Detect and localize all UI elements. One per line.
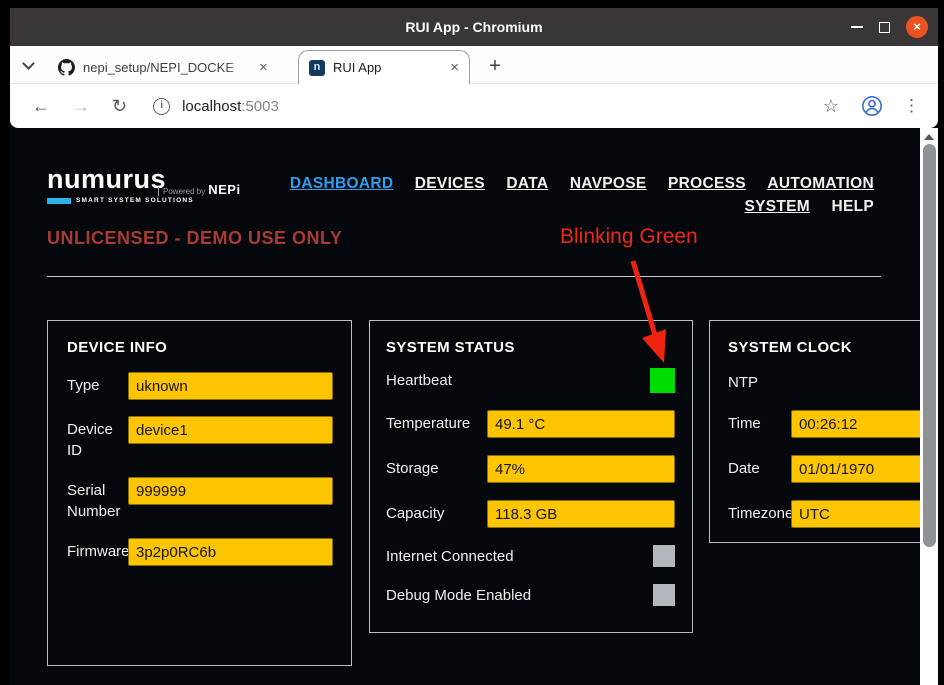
field-temperature: Temperature [386,410,675,438]
internet-connected-indicator [653,545,675,567]
field-device-id: Device ID [67,416,333,461]
debug-mode-label: Debug Mode Enabled [386,585,531,606]
forward-icon[interactable]: → [72,96,90,117]
system-clock-panel: SYSTEM CLOCK NTP Time Date Timezone [709,320,938,543]
date-input[interactable] [791,455,938,483]
nav-navpose[interactable]: NAVPOSE [570,175,647,192]
tab-rui-app-label: RUI App [333,60,442,75]
site-info-icon[interactable]: i [153,98,170,115]
page-content: numurus SMART SYSTEM SOLUTIONS Powered b… [10,128,938,685]
debug-mode-row: Debug Mode Enabled [386,584,675,606]
firmware-input[interactable] [128,538,333,566]
nepi-brand: NEPi [208,182,240,197]
nav-row-2: SYSTEM HELP [273,195,874,218]
minimize-icon[interactable] [851,26,863,28]
window-title: RUI App - Chromium [10,19,938,35]
type-input[interactable] [128,372,333,400]
new-tab-button[interactable]: + [482,54,508,80]
nepi-favicon: n [309,60,325,76]
field-storage: Storage [386,455,675,483]
serial-number-input[interactable] [128,477,333,505]
device-info-panel: DEVICE INFO Type Device ID Serial Number… [47,320,352,666]
internet-connected-label: Internet Connected [386,546,514,567]
window-controls: × [851,8,928,46]
menu-kebab-icon[interactable]: ⋮ [903,96,920,116]
debug-mode-indicator [653,584,675,606]
scrollbar-thumb[interactable] [923,144,936,547]
serial-number-label: Serial Number [67,477,128,522]
field-timezone: Timezone [728,500,938,528]
tab-rui-app[interactable]: n RUI App × [298,50,470,84]
close-icon[interactable]: × [906,16,928,38]
storage-input[interactable] [487,455,675,483]
temperature-label: Temperature [386,410,487,434]
nav-devices[interactable]: DEVICES [415,175,485,192]
capacity-input[interactable] [487,500,675,528]
profile-avatar-icon[interactable] [861,95,883,117]
type-label: Type [67,372,128,396]
nav-process[interactable]: PROCESS [668,175,746,192]
time-input[interactable] [791,410,938,438]
page-scrollbar[interactable] [920,128,938,685]
main-nav: DASHBOARD DEVICES DATA NAVPOSE PROCESS A… [273,172,874,218]
reload-icon[interactable]: ↻ [112,96,127,117]
capacity-label: Capacity [386,500,487,524]
logo-tagline: SMART SYSTEM SOLUTIONS [76,197,194,204]
powered-by-label: Powered by [158,187,205,196]
nav-automation[interactable]: AUTOMATION [767,175,874,192]
browser-toolbar: ← → ↻ i localhost:5003 ☆ ⋮ [10,84,938,128]
header-divider [47,276,881,277]
tab-github-label: nepi_setup/NEPI_DOCKE [83,60,251,75]
powered-by-nepi: Powered by NEPi [158,182,241,197]
url-host: localhost [182,98,241,115]
firmware-label: Firmware [67,538,128,562]
scrollbar-up-icon[interactable] [924,134,934,140]
field-serial-number: Serial Number [67,477,333,522]
url-port: :5003 [241,98,279,115]
nav-system[interactable]: SYSTEM [744,198,810,215]
date-label: Date [728,455,791,479]
timezone-label: Timezone [728,500,791,524]
blinking-green-annotation: Blinking Green [560,225,698,249]
back-icon[interactable]: ← [32,96,50,117]
tab-strip: nepi_setup/NEPI_DOCKE × n RUI App × + [10,46,938,84]
system-clock-title: SYSTEM CLOCK [728,339,938,356]
heartbeat-indicator [650,368,675,393]
storage-label: Storage [386,455,487,479]
temperature-input[interactable] [487,410,675,438]
bookmark-star-icon[interactable]: ☆ [823,96,839,117]
maximize-icon[interactable] [879,22,890,33]
tab-search-chevron-icon[interactable] [24,59,34,69]
timezone-input[interactable] [791,500,938,528]
nav-dashboard[interactable]: DASHBOARD [290,175,393,192]
internet-connected-row: Internet Connected [386,545,675,567]
github-icon [58,59,75,76]
window-titlebar[interactable]: RUI App - Chromium × [10,8,938,46]
unlicensed-banner: UNLICENSED - DEMO USE ONLY [47,228,342,249]
field-time: Time [728,410,938,438]
field-date: Date [728,455,938,483]
field-capacity: Capacity [386,500,675,528]
system-status-panel: SYSTEM STATUS Heartbeat Temperature Stor… [369,320,693,633]
nav-help[interactable]: HELP [831,198,874,215]
device-info-title: DEVICE INFO [67,339,333,356]
tab-close-icon[interactable]: × [259,59,268,76]
logo-dash [47,198,71,204]
address-bar[interactable]: localhost:5003 [182,98,279,115]
tab-close-icon[interactable]: × [450,59,459,76]
heartbeat-row: Heartbeat [386,368,675,393]
ntp-row: NTP [728,372,938,393]
heartbeat-label: Heartbeat [386,370,452,391]
field-type: Type [67,372,333,400]
nav-row-1: DASHBOARD DEVICES DATA NAVPOSE PROCESS A… [273,172,874,195]
device-id-input[interactable] [128,416,333,444]
system-status-title: SYSTEM STATUS [386,339,675,356]
time-label: Time [728,410,791,434]
ntp-label: NTP [728,372,758,393]
nav-data[interactable]: DATA [506,175,548,192]
device-id-label: Device ID [67,416,128,461]
field-firmware: Firmware [67,538,333,566]
tab-github[interactable]: nepi_setup/NEPI_DOCKE × [48,50,296,84]
